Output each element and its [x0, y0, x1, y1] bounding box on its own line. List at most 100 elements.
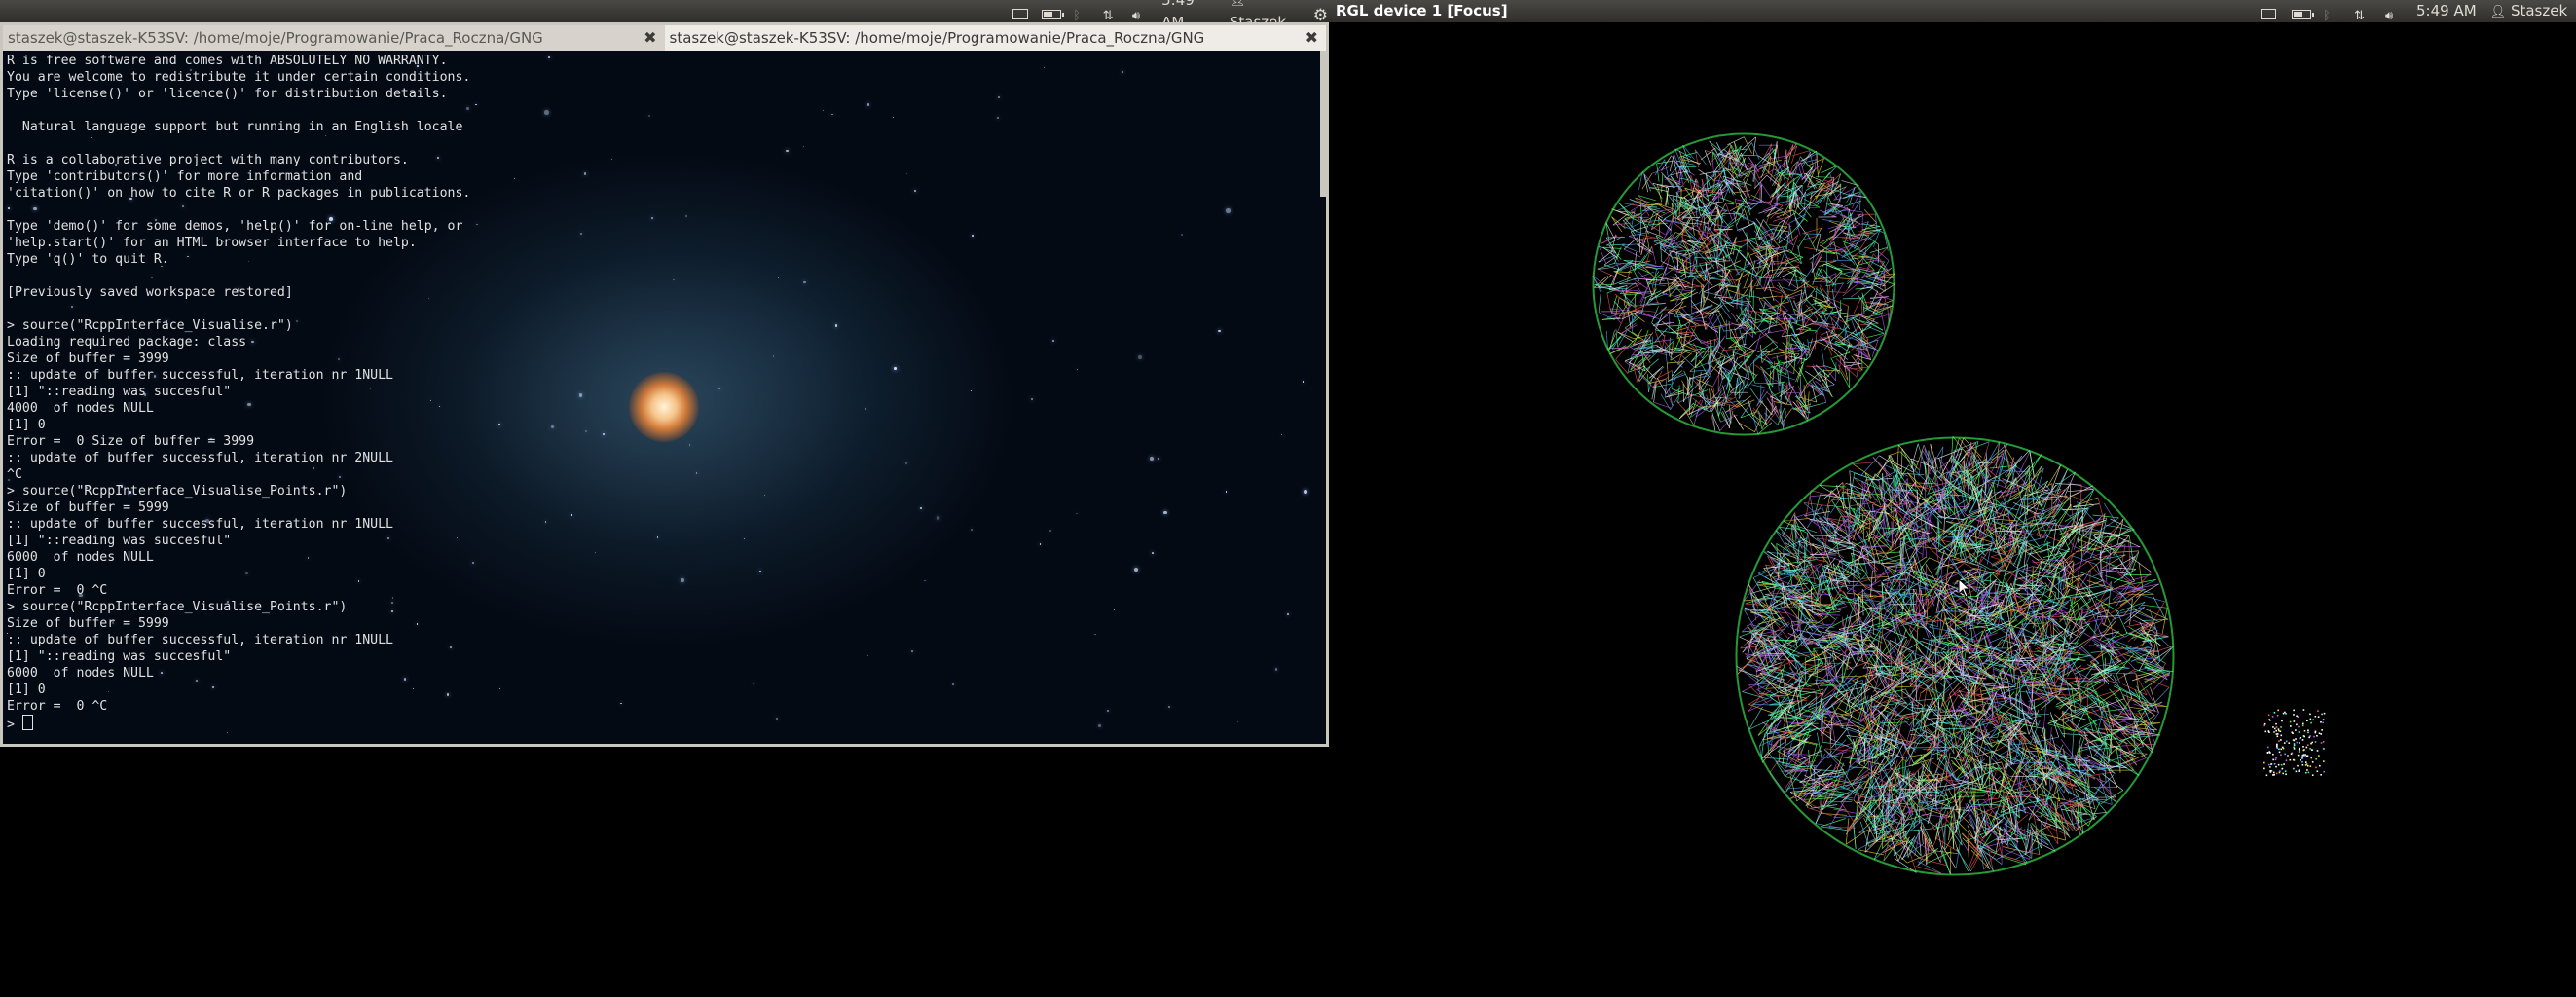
indicator-tray-left: ᛒ ⇅ 🔊︎ 5:49 AM 👤︎ Staszek ⚙ — [1012, 0, 1329, 31]
battery-icon[interactable] — [1042, 5, 1065, 19]
wallpaper-star — [476, 223, 478, 226]
wallpaper-star — [1039, 543, 1041, 545]
wallpaper-star — [499, 687, 501, 690]
mesh-point — [2320, 720, 2322, 723]
mesh-point — [2278, 751, 2281, 754]
wallpaper-star — [1133, 567, 1139, 572]
clock[interactable]: 5:49 AM — [2416, 0, 2477, 22]
wallpaper-star — [578, 393, 583, 397]
mail-icon[interactable] — [1012, 5, 1028, 19]
mesh-edges — [1594, 140, 1889, 431]
wallpaper-star — [972, 235, 975, 238]
mesh-point — [2320, 773, 2322, 776]
wallpaper-star — [904, 462, 908, 464]
mesh-point — [2318, 764, 2321, 767]
mesh-point — [2303, 729, 2306, 732]
wallpaper-star — [752, 682, 754, 684]
mesh-point — [2299, 742, 2300, 744]
mesh-point — [2314, 731, 2317, 734]
mesh-point — [2263, 722, 2266, 725]
wireframe-sphere-large[interactable] — [1735, 436, 2175, 876]
bluetooth-icon[interactable]: ᛒ — [1073, 5, 1088, 23]
mesh-point — [2276, 745, 2278, 748]
rgl-device-canvas[interactable] — [1329, 22, 2576, 997]
wallpaper-star — [1168, 706, 1171, 708]
mesh-point — [2302, 709, 2305, 711]
mesh-point — [2320, 742, 2323, 744]
mesh-point — [2309, 765, 2312, 767]
wireframe-sphere-small[interactable] — [1592, 132, 1895, 436]
mesh-point — [2273, 711, 2276, 714]
terminal-window[interactable]: staszek@staszek-K53SV: /home/moje/Progra… — [0, 22, 1329, 747]
wallpaper-star — [1226, 208, 1231, 214]
mesh-point — [2296, 723, 2298, 726]
wallpaper-star — [544, 521, 546, 523]
mesh-point — [2276, 733, 2279, 735]
wallpaper-star — [656, 535, 659, 538]
wallpaper-star — [1097, 723, 1101, 728]
battery-icon[interactable] — [2292, 5, 2314, 19]
mesh-point — [2293, 767, 2295, 770]
wallpaper-star — [1287, 613, 1289, 615]
terminal-scrollbar[interactable] — [1320, 51, 1326, 197]
mesh-point — [2281, 767, 2284, 770]
mesh-point — [2297, 754, 2300, 757]
wallpaper-star — [1043, 67, 1045, 69]
mesh-point — [2309, 718, 2312, 720]
close-icon[interactable]: ✖ — [1306, 25, 1318, 51]
wireframe-cube[interactable] — [2262, 707, 2326, 777]
mesh-point — [2290, 753, 2293, 755]
mail-icon[interactable] — [2261, 5, 2278, 19]
mesh-point — [2323, 760, 2325, 762]
mesh-point — [2301, 761, 2303, 763]
mesh-point — [2275, 765, 2277, 768]
tab-label: staszek@staszek-K53SV: /home/moje/Progra… — [669, 29, 1205, 47]
wallpaper-star — [498, 424, 500, 425]
terminal-body[interactable]: R is free software and comes with ABSOLU… — [3, 51, 1326, 744]
wallpaper-star — [952, 683, 955, 686]
mesh-point — [2273, 727, 2276, 730]
mesh-point — [2284, 770, 2287, 773]
wallpaper-star — [786, 149, 789, 153]
bluetooth-icon[interactable]: ᛒ — [2323, 5, 2340, 23]
wallpaper-star — [763, 494, 765, 496]
close-icon[interactable]: ✖ — [644, 25, 656, 51]
gear-icon[interactable]: ⚙ — [1313, 5, 1329, 25]
mesh-point — [2301, 757, 2303, 759]
wallpaper-star — [1076, 368, 1079, 371]
network-icon[interactable]: ⇅ — [1103, 5, 1119, 23]
mesh-point — [2310, 757, 2313, 759]
volume-icon[interactable]: 🔊︎ — [2385, 5, 2403, 23]
wallpaper-star — [718, 388, 720, 390]
terminal-tab-2[interactable]: staszek@staszek-K53SV: /home/moje/Progra… — [664, 25, 1326, 51]
wallpaper-star — [894, 367, 897, 370]
mesh-point — [2281, 746, 2284, 749]
mesh-point — [2291, 731, 2294, 734]
mouse-pointer-icon — [1958, 578, 1971, 598]
mesh-point — [2267, 763, 2270, 766]
volume-icon[interactable]: 🔊︎ — [1132, 5, 1148, 23]
mesh-point — [2293, 744, 2296, 746]
wallpaper-star — [803, 280, 806, 284]
mesh-point — [2267, 714, 2270, 717]
mesh-point — [2270, 763, 2272, 766]
mesh-point — [2298, 770, 2300, 772]
mesh-point — [2321, 713, 2323, 716]
wallpaper-star — [1236, 720, 1238, 722]
mesh-point — [2269, 719, 2271, 721]
terminal-cursor — [21, 715, 33, 730]
mesh-point — [2263, 761, 2265, 764]
wallpaper-star — [620, 702, 622, 705]
mesh-point — [2277, 763, 2280, 766]
wallpaper-star — [758, 570, 761, 572]
mesh-point — [2300, 758, 2301, 761]
terminal-tab-1[interactable]: staszek@staszek-K53SV: /home/moje/Progra… — [3, 25, 665, 51]
network-icon[interactable]: ⇅ — [2354, 5, 2372, 23]
terminal-output[interactable]: R is free software and comes with ABSOLU… — [7, 53, 470, 733]
user-menu[interactable]: 👤︎ Staszek — [2490, 0, 2568, 23]
wallpaper-star — [1152, 551, 1154, 554]
mesh-point — [2279, 770, 2281, 772]
mesh-point — [2269, 770, 2271, 772]
user-icon: 👤︎ — [1229, 0, 1246, 8]
mesh-point — [2304, 764, 2307, 766]
